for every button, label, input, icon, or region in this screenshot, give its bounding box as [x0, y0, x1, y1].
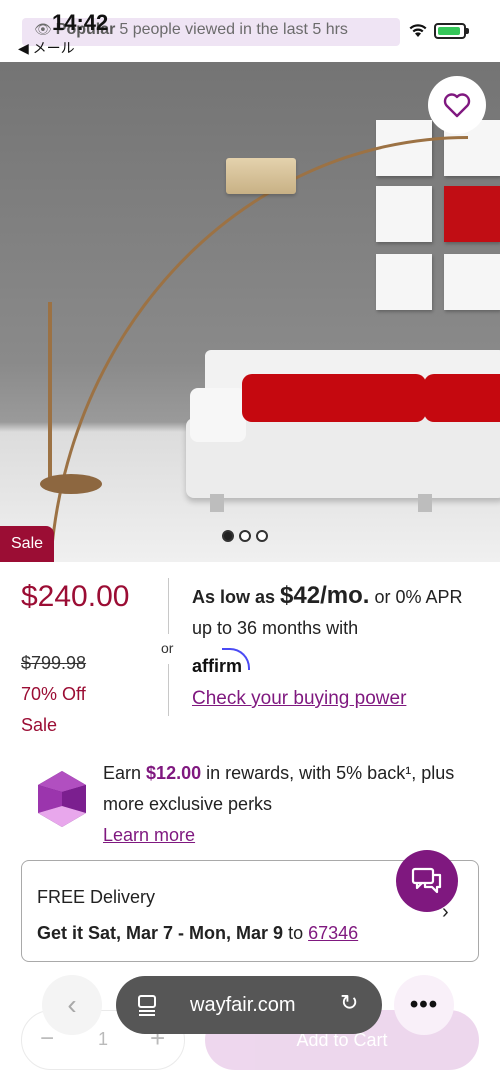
lamp-arc: [48, 136, 468, 562]
back-to-mail-link[interactable]: ◀ メール: [18, 38, 75, 58]
zip-code-link[interactable]: 67346: [308, 923, 358, 943]
battery-icon: [434, 23, 469, 39]
delivery-to-label: to: [288, 923, 304, 943]
status-time: 14:42: [52, 10, 109, 35]
or-label: or: [161, 640, 174, 656]
rewards-earn: Earn: [103, 763, 142, 783]
carousel-dot[interactable]: [222, 530, 234, 542]
more-icon: •••: [409, 991, 439, 1018]
product-price: $240.00: [21, 580, 130, 613]
heart-icon: [443, 93, 471, 118]
financing-prefix: As low as: [192, 587, 276, 607]
status-bar: 👁 Popular 5 people viewed in the last 5 hr…: [0, 0, 500, 62]
lamp-shade: [226, 158, 296, 194]
carousel-dots: [222, 530, 268, 542]
browser-back-button[interactable]: ‹: [42, 975, 102, 1035]
financing-amount: $42/mo.: [280, 582, 370, 609]
affirm-arc-icon: [222, 648, 250, 670]
reload-icon[interactable]: ↻: [340, 990, 358, 1016]
carousel-dot[interactable]: [239, 530, 251, 542]
sofa-pillow: [424, 374, 500, 422]
was-price: $799.98: [21, 653, 87, 673]
divider: [168, 578, 169, 634]
delivery-dates-line: Get it Sat, Mar 7 - Mon, Mar 9 to 67346: [37, 923, 358, 944]
sale-tag: Sale: [0, 526, 54, 562]
eye-icon: 👁: [34, 21, 52, 37]
sofa-leg: [210, 494, 224, 512]
chat-icon: [411, 867, 442, 894]
product-image[interactable]: [0, 62, 500, 562]
discount-label: 70% Off: [21, 684, 86, 704]
quantity-value[interactable]: 1: [98, 1029, 108, 1050]
favorite-button[interactable]: [428, 76, 486, 134]
lamp-pole: [48, 302, 52, 482]
chevron-left-icon: ‹: [67, 989, 77, 1020]
financing-text: As low as $42/mo. or 0% APR up to 36 mon…: [192, 580, 482, 644]
page-menu-icon[interactable]: [136, 994, 158, 1016]
address-bar[interactable]: wayfair.com ↻: [116, 976, 382, 1034]
rewards-gem-icon: [38, 771, 86, 827]
sofa-leg: [418, 494, 432, 512]
sale-label: Sale: [21, 715, 58, 735]
lamp-base: [40, 474, 102, 494]
quantity-decrease-button[interactable]: −: [40, 1025, 54, 1053]
rewards-text: Earn $12.00 in rewards, with 5% back¹, p…: [103, 758, 463, 851]
delivery-dates: Get it Sat, Mar 7 - Mon, Mar 9: [37, 923, 284, 943]
carousel-dot[interactable]: [256, 530, 268, 542]
divider: [168, 664, 169, 716]
browser-more-button[interactable]: •••: [394, 975, 454, 1035]
rewards-amount: $12.00: [146, 763, 202, 783]
sofa-arm: [190, 388, 246, 442]
popular-text: 5 people viewed in the last 5 hrs: [119, 21, 348, 38]
check-buying-power-link[interactable]: Check your buying power: [192, 688, 406, 710]
delivery-title: FREE Delivery: [37, 887, 156, 907]
chat-button[interactable]: [396, 850, 458, 912]
url-text[interactable]: wayfair.com: [190, 994, 296, 1017]
sofa-pillow: [242, 374, 426, 422]
rewards-learn-more-link[interactable]: Learn more: [103, 825, 195, 845]
affirm-logo: affirm: [192, 648, 250, 677]
wifi-icon: [409, 24, 427, 37]
